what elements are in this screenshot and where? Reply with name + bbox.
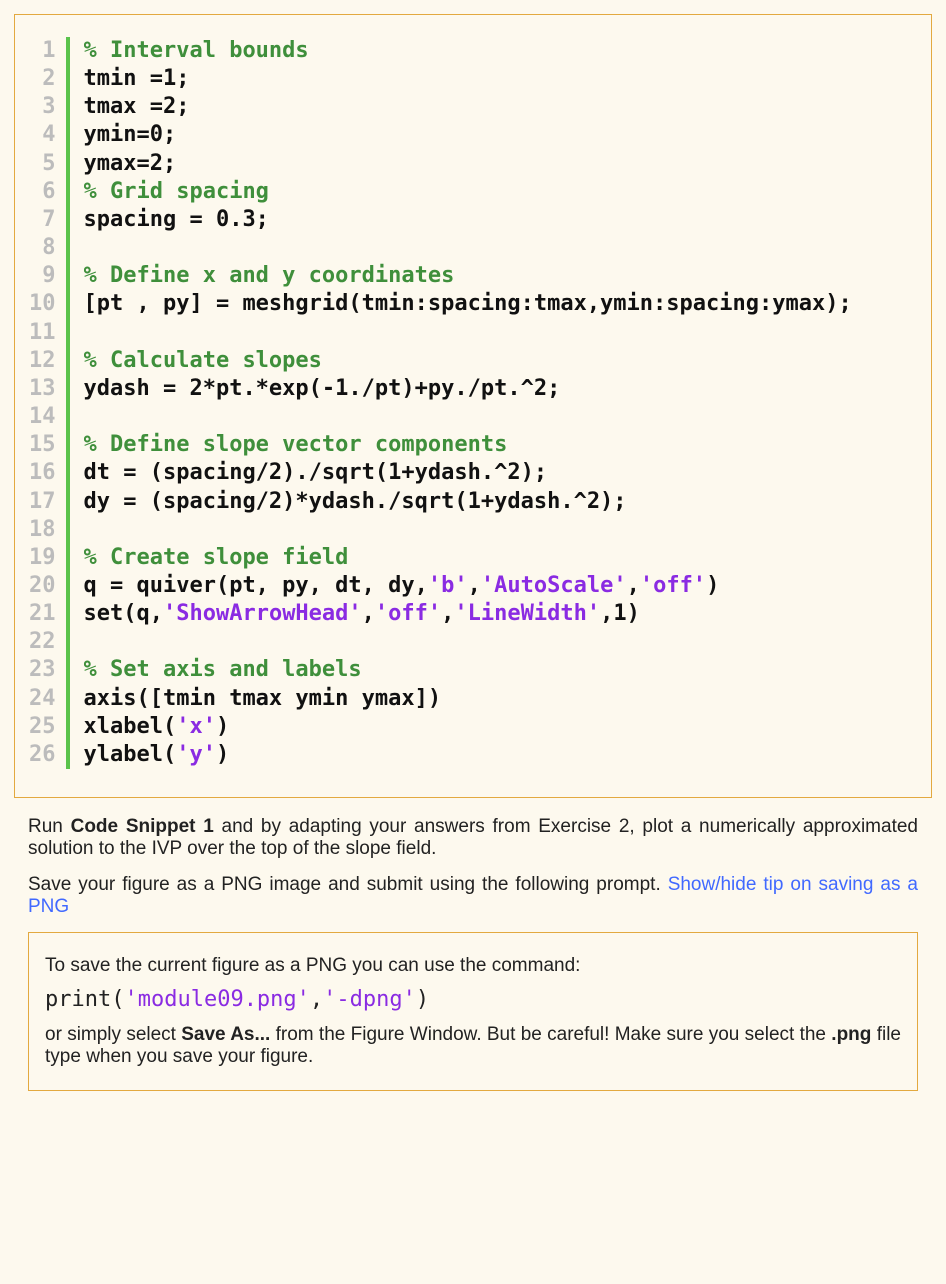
tip-outro: or simply select Save As... from the Fig… — [45, 1024, 901, 1068]
text: Run — [28, 816, 71, 837]
instruction-paragraph-2: Save your figure as a PNG image and subm… — [28, 874, 918, 918]
code-snippet-ref: Code Snippet 1 — [71, 816, 214, 837]
code-left-border — [66, 37, 70, 769]
code-lines: % Interval boundstmin =1;tmax =2;ymin=0;… — [84, 37, 852, 769]
code-block: 1 2 3 4 5 6 7 8 9 10 11 12 13 14 15 16 1… — [29, 37, 915, 769]
instruction-paragraph-1: Run Code Snippet 1 and by adapting your … — [28, 816, 918, 860]
code-snippet-box: 1 2 3 4 5 6 7 8 9 10 11 12 13 14 15 16 1… — [14, 14, 932, 798]
text: Save your figure as a PNG image and subm… — [28, 874, 668, 895]
tip-box: To save the current figure as a PNG you … — [28, 932, 918, 1091]
line-number-gutter: 1 2 3 4 5 6 7 8 9 10 11 12 13 14 15 16 1… — [29, 37, 66, 769]
tip-intro: To save the current figure as a PNG you … — [45, 955, 901, 977]
tip-command: print('module09.png','-dpng') — [45, 987, 901, 1012]
